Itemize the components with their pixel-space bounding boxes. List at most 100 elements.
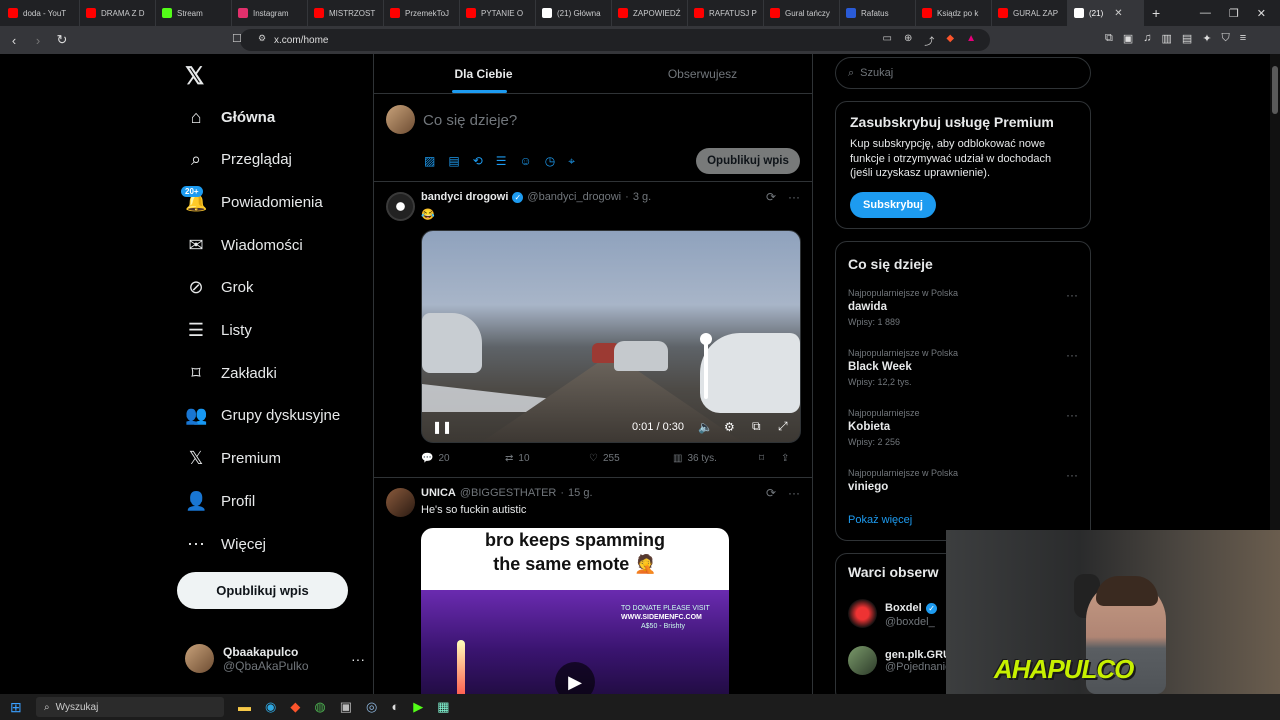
tab-following[interactable]: Obserwujesz [593,54,812,93]
nav-item-grok[interactable]: ⊘ Grok [185,273,253,303]
edge-icon[interactable]: ◉ [265,699,276,715]
browser-tab[interactable]: ZAPOWIEDŹ [612,0,688,26]
bookmark-button[interactable]: ⌑ [759,453,781,464]
nav-item-people[interactable]: 👥 Grupy dyskusyjne [185,401,340,431]
volume-slider[interactable] [704,337,708,399]
kick-icon[interactable]: ▶ [413,699,423,715]
grok-compose-icon[interactable]: ⟲ [473,154,483,169]
compose-post-button[interactable]: Opublikuj wpis [696,148,800,174]
browser-tab[interactable]: Ksiądz po k [916,0,992,26]
views-button[interactable]: ▥ 36 tys. [673,453,759,464]
browser-tab[interactable]: (21) ✕ [1068,0,1144,26]
browser-tab[interactable]: (21) Główna [536,0,612,26]
brave-icon[interactable]: ◆ [290,699,300,715]
app-icon[interactable]: ▣ [340,699,352,715]
tweet-author-name[interactable]: UNICA [421,487,456,499]
browser-tab[interactable]: MISTRZOST [308,0,384,26]
compose-input[interactable]: Co się dzieje? [423,112,517,129]
browser-tab[interactable]: PYTANIE O [460,0,536,26]
tab-for-you[interactable]: Dla Ciebie [374,54,593,93]
trend-item[interactable]: Najpopularniejsze w Polska dawida Wpisy: 1… [848,288,1078,327]
follow-suggestion[interactable]: gen.plk.GRU @Pojednanie [848,646,951,675]
tweet-video[interactable]: bro keeps spamming the same emote 🤦 TO D… [421,528,729,694]
share-icon[interactable]: ⤴ [924,33,934,48]
volume-slider-handle[interactable] [700,333,712,345]
brave-shield-icon[interactable]: ◆ [946,33,954,48]
nav-item-bell[interactable]: 🔔 20+ Powiadomienia [181,185,323,217]
like-button[interactable]: ♡ 255 [589,453,673,464]
taskbar-search[interactable]: ⌕ Wyszukaj [36,697,224,717]
cast-icon[interactable]: ▭ [883,33,892,48]
extensions-icon[interactable]: ⧉ [1105,32,1113,45]
trend-more-icon[interactable]: ··· [1066,468,1078,482]
browser-tab[interactable]: Stream [156,0,232,26]
scrollbar-thumb[interactable] [1272,66,1278,114]
nav-item-search[interactable]: ⌕ Przeglądaj [185,145,292,175]
browser-tab[interactable]: doda - YouT [2,0,80,26]
grok-explain-icon[interactable]: ⟳ [766,486,776,500]
media-icon[interactable]: ♫ [1143,32,1151,45]
rewards-icon[interactable]: ▲ [966,33,976,48]
tweet-avatar[interactable] [386,488,415,517]
subscribe-button[interactable]: Subskrybuj [850,192,936,218]
location-icon[interactable]: ⌖ [568,154,575,169]
retweet-button[interactable]: ⇄ 10 [505,453,589,464]
volume-icon[interactable]: 🔈 [698,420,713,434]
restore-icon[interactable]: ❐ [1229,7,1239,20]
browser-tab[interactable]: Gural tańczy [764,0,840,26]
tweet-more-icon[interactable]: ··· [788,486,800,500]
sidebar-icon[interactable]: ▥ [1162,32,1172,45]
tweet-author-handle[interactable]: @bandyci_drogowi [527,191,621,203]
zoom-icon[interactable]: ⊕ [904,33,912,48]
reply-button[interactable]: 💬 20 [421,453,505,464]
reload-icon[interactable]: ↻ [52,32,72,48]
nav-item-bookmark[interactable]: ⌑ Zakładki [185,358,276,388]
account-switcher[interactable]: Qbaakapulco @QbaAkaPulko ··· [185,644,365,673]
trend-more-icon[interactable]: ··· [1066,288,1078,302]
trend-more-icon[interactable]: ··· [1066,408,1078,422]
browser-tab[interactable]: GURAL ZAP [992,0,1068,26]
browser-tab[interactable]: Instagram [232,0,308,26]
tweet-avatar[interactable] [386,192,415,221]
pip-icon[interactable]: ⧉ [752,419,761,434]
browser-tab[interactable]: PrzemekToJ [384,0,460,26]
play-icon[interactable]: ▶ [555,662,595,694]
site-info-icon[interactable]: ⚙ [258,33,266,44]
nav-item-person[interactable]: 👤 Profil [185,486,255,516]
settings-icon[interactable]: ⚙ [724,420,735,434]
nav-item-home[interactable]: ⌂ Główna [185,102,276,132]
trend-item[interactable]: Najpopularniejsze w Polska Black Week Wpis… [848,348,1078,387]
nav-item-list[interactable]: ☰ Listy [185,316,252,346]
chrome-icon[interactable]: ◍ [314,699,325,715]
browser-tab[interactable]: Rafatus [840,0,916,26]
nav-item-x[interactable]: 𝕏 Premium [185,444,281,474]
wallet-icon[interactable]: ▤ [1182,32,1192,45]
url-field[interactable]: ☐ ⚙ x.com/home ▭ ⊕ ⤴ ◆ ▲ [232,29,990,51]
obs-icon[interactable]: ◐ [391,699,399,715]
trend-item[interactable]: Najpopularniejsze w Polska viniego ··· [848,468,1078,493]
trend-more-icon[interactable]: ··· [1066,348,1078,362]
bookmark-page-icon[interactable]: ☐ [232,32,242,45]
forward-icon[interactable]: › [28,33,48,48]
account-more-icon[interactable]: ··· [351,651,365,667]
new-tab-button[interactable]: + [1144,5,1168,21]
menu-icon[interactable]: ≡ [1240,32,1246,45]
tweet[interactable]: bandyci drogowi ✓ @bandyci_drogowi · 3 g… [374,182,812,478]
streamlabs-icon[interactable]: ▦ [437,699,449,715]
trend-item[interactable]: Najpopularniejsze Kobieta Wpisy: 2 256 ··· [848,408,1078,447]
windows-start-icon[interactable]: ⊞ [10,699,30,716]
gif-icon[interactable]: ▤ [448,154,459,169]
tweet-time[interactable]: 15 g. [568,487,592,499]
follow-suggestion[interactable]: Boxdel ✓ @boxdel_ [848,598,938,628]
show-more-link[interactable]: Pokaż więcej [848,514,912,526]
browser-tab[interactable]: RAFATUSJ P [688,0,764,26]
poll-icon[interactable]: ☰ [496,154,507,169]
minimize-icon[interactable]: — [1200,7,1211,20]
tweet[interactable]: UNICA @BIGGESTHATER · 15 g. ⟳ ··· He's s… [374,478,812,694]
pause-icon[interactable]: ❚❚ [432,420,452,434]
image-icon[interactable]: ▨ [424,154,435,169]
tweet-author-name[interactable]: bandyci drogowi [421,191,508,203]
browser-tab[interactable]: DRAMA Z D [80,0,156,26]
x-logo-icon[interactable]: 𝕏 [185,62,204,91]
vpn-icon[interactable]: ⛉ [1222,32,1230,45]
